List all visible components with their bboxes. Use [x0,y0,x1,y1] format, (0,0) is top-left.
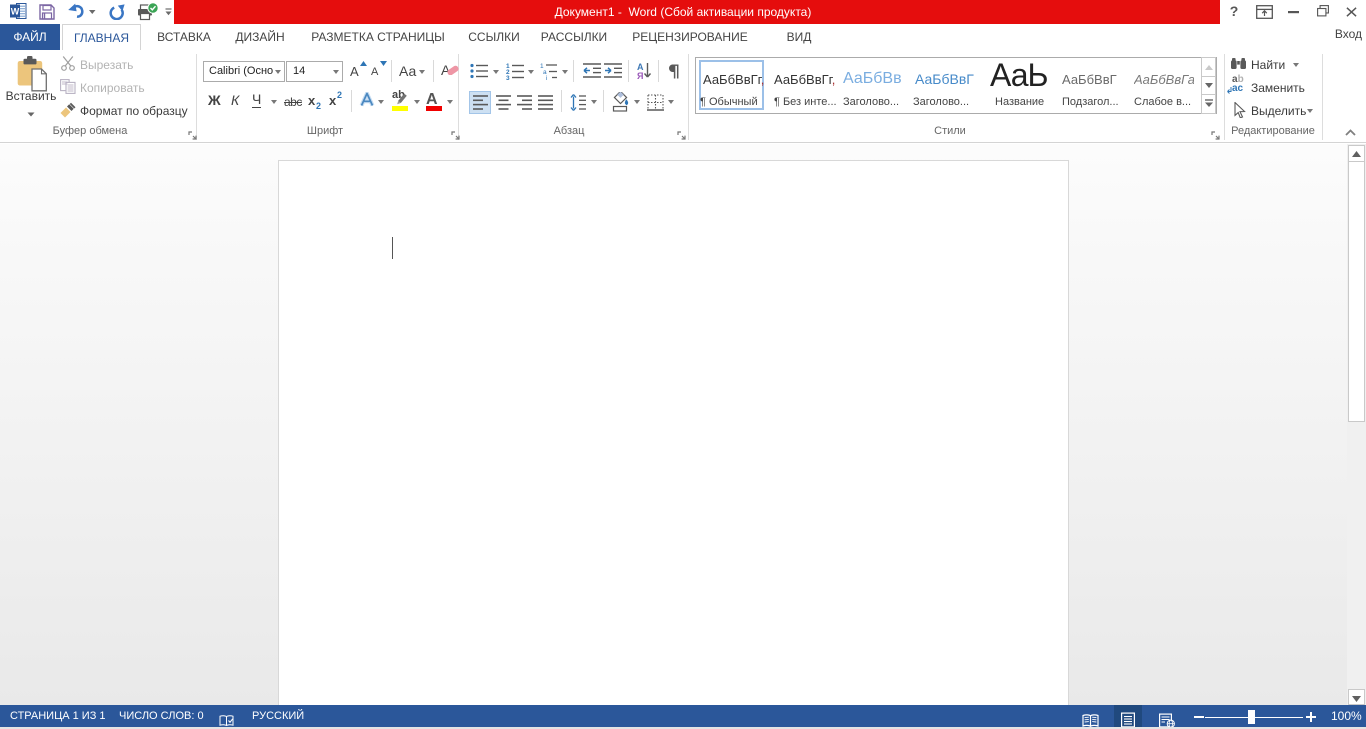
svg-text:3: 3 [506,75,510,80]
svg-text:W: W [11,7,20,17]
svg-text:i: i [546,75,547,80]
